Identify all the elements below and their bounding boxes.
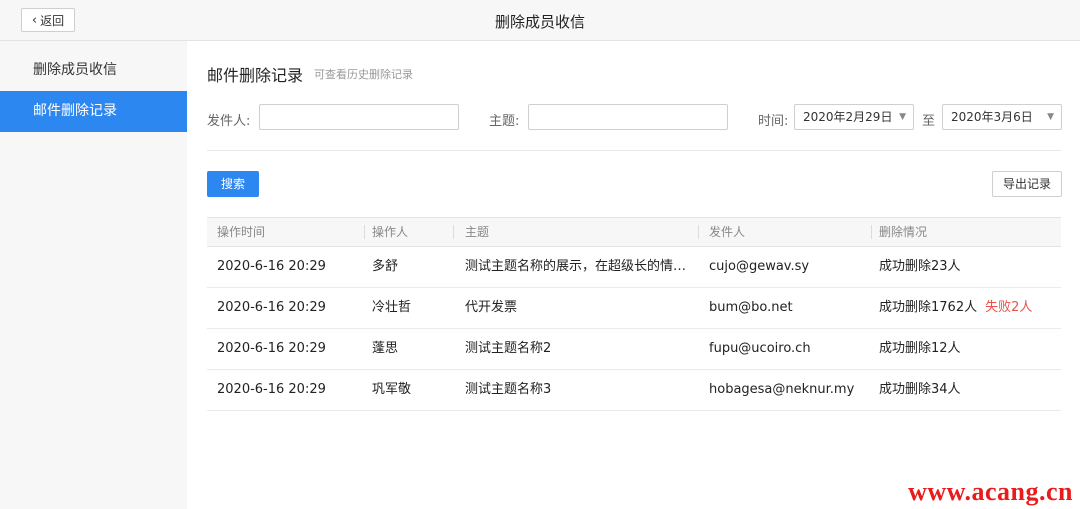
table-row: 2020-6-16 20:29 蓬思 测试主题名称2 fupu@ucoiro.c… (207, 329, 1061, 370)
sender-input[interactable] (259, 104, 459, 130)
section-title: 邮件删除记录 (207, 66, 304, 85)
main-content: 邮件删除记录 可查看历史删除记录 发件人: 主题: 时间: 2020年2月29日… (187, 41, 1080, 509)
cell-sender: cujo@gewav.sy (709, 259, 810, 274)
start-date-value: 2020年2月29日 (803, 110, 893, 124)
cell-delete-status: 成功删除12人 (879, 329, 969, 369)
column-header-operator: 操作人 (372, 225, 409, 239)
column-divider (871, 225, 872, 239)
time-label: 时间: (758, 114, 789, 129)
success-count: 成功删除1762人 (879, 300, 978, 315)
cell-operator: 巩军敬 (372, 382, 412, 397)
cell-delete-status: 成功删除23人 (879, 247, 969, 287)
cell-time: 2020-6-16 20:29 (217, 300, 326, 315)
date-range-separator: 至 (922, 114, 936, 129)
column-header-subject: 主题 (465, 225, 490, 239)
cell-subject: 测试主题名称2 (465, 341, 552, 356)
success-count: 成功删除12人 (879, 341, 961, 356)
cell-operator: 蓬思 (372, 341, 399, 356)
column-header-delete-status: 删除情况 (879, 225, 928, 239)
column-divider (364, 225, 365, 239)
cell-delete-status: 成功删除1762人 失败2人 (879, 288, 1032, 328)
table-row: 2020-6-16 20:29 冷壮哲 代开发票 bum@bo.net 成功删除… (207, 288, 1061, 329)
cell-time: 2020-6-16 20:29 (217, 382, 326, 397)
cell-sender: bum@bo.net (709, 300, 793, 315)
sidebar-item-delete-member-mail[interactable]: 删除成员收信 (0, 50, 187, 91)
end-date-value: 2020年3月6日 (951, 110, 1033, 124)
cell-sender: fupu@ucoiro.ch (709, 341, 811, 356)
cell-delete-status: 成功删除34人 (879, 370, 969, 410)
sidebar-item-delete-records[interactable]: 邮件删除记录 (0, 91, 187, 132)
start-date-select[interactable]: 2020年2月29日 ▼ (794, 104, 914, 130)
table-row: 2020-6-16 20:29 多舒 测试主题名称的展示，在超级长的情况下 cu… (207, 247, 1061, 288)
divider (207, 150, 1061, 151)
column-divider (453, 225, 454, 239)
export-records-button[interactable]: 导出记录 (992, 171, 1062, 197)
cell-time: 2020-6-16 20:29 (217, 259, 326, 274)
cell-operator: 冷壮哲 (372, 300, 412, 315)
search-button[interactable]: 搜索 (207, 171, 259, 197)
section-subtitle: 可查看历史删除记录 (314, 68, 413, 81)
records-table: 操作时间 操作人 主题 发件人 删除情况 2020-6-16 20:29 多舒 … (207, 217, 1061, 411)
subject-input[interactable] (528, 104, 728, 130)
cell-subject: 测试主题名称3 (465, 382, 552, 397)
column-header-time: 操作时间 (217, 225, 266, 239)
table-header: 操作时间 操作人 主题 发件人 删除情况 (207, 217, 1061, 247)
caret-down-icon: ▼ (1047, 112, 1054, 122)
subject-label: 主题: (489, 114, 520, 129)
cell-time: 2020-6-16 20:29 (217, 341, 326, 356)
column-header-sender: 发件人 (709, 225, 746, 239)
fail-count: 失败2人 (985, 300, 1033, 315)
watermark: www.acang.cn (908, 477, 1073, 506)
sender-label: 发件人: (207, 114, 251, 129)
cell-subject: 代开发票 (465, 300, 518, 315)
cell-subject: 测试主题名称的展示，在超级长的情况下 (465, 259, 689, 274)
caret-down-icon: ▼ (899, 112, 906, 122)
sidebar-item-label: 邮件删除记录 (33, 103, 117, 119)
table-row: 2020-6-16 20:29 巩军敬 测试主题名称3 hobagesa@nek… (207, 370, 1061, 411)
end-date-select[interactable]: 2020年3月6日 ▼ (942, 104, 1062, 130)
column-divider (698, 225, 699, 239)
success-count: 成功删除23人 (879, 259, 961, 274)
sidebar: 删除成员收信 邮件删除记录 (0, 41, 187, 509)
success-count: 成功删除34人 (879, 382, 961, 397)
top-bar: ‹ 返回 删除成员收信 (0, 0, 1080, 41)
page-title: 删除成员收信 (494, 13, 585, 31)
cell-operator: 多舒 (372, 259, 399, 274)
cell-sender: hobagesa@neknur.my (709, 382, 855, 397)
sidebar-item-label: 删除成员收信 (33, 62, 117, 78)
